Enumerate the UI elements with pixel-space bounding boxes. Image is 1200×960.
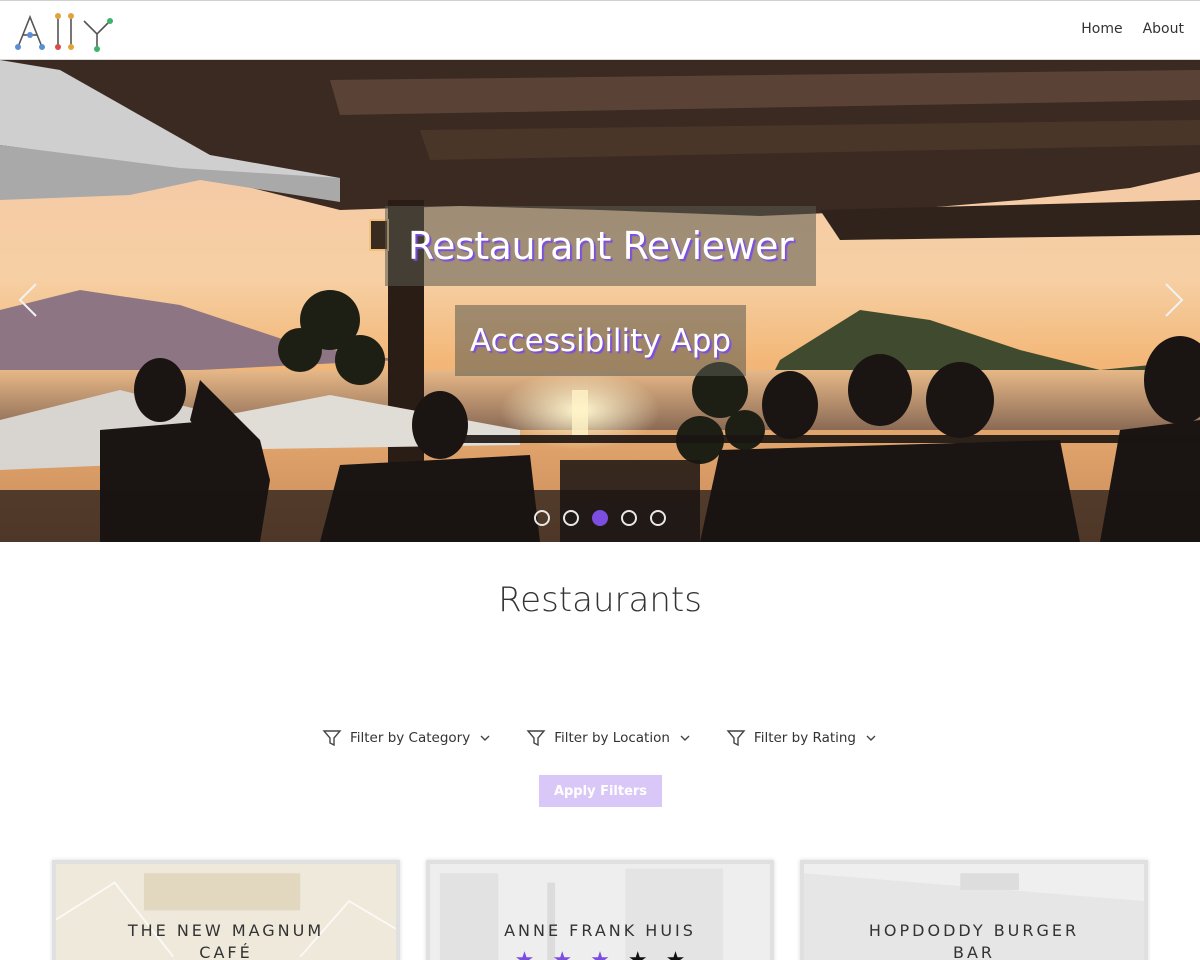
star-icon-empty: ★ (628, 948, 648, 960)
logo[interactable] (14, 9, 118, 55)
star-icon-filled: ★ (515, 948, 535, 960)
restaurant-name: ANNE FRANK HUIS (504, 921, 696, 940)
filter-rating-label: Filter by Rating (753, 730, 857, 746)
restaurant-name: HOPDODDY BURGER BAR (868, 921, 1080, 960)
filter-icon (322, 730, 342, 747)
site-header: Home About (0, 0, 1200, 60)
carousel-prev-arrow-icon[interactable] (14, 280, 44, 320)
hero-subtitle: Accessibility App (469, 322, 732, 359)
logo-icon (15, 13, 113, 52)
filter-location-dropdown[interactable]: Filter by Location (526, 728, 692, 748)
chevron-down-icon (480, 735, 490, 741)
filter-icon (526, 730, 546, 747)
carousel-next-arrow-icon[interactable] (1158, 280, 1188, 320)
carousel-dot[interactable] (650, 510, 666, 526)
filter-bar: Filter by Category Filter by Location Fi… (0, 728, 1200, 748)
star-icon-filled: ★ (590, 948, 610, 960)
hero-carousel: Restaurant Reviewer Accessibility App (0, 60, 1200, 542)
hero-image (0, 60, 1200, 542)
star-icon-empty: ★ (666, 948, 686, 960)
filter-category-dropdown[interactable]: Filter by Category (322, 728, 492, 748)
filter-category-label: Filter by Category (349, 730, 471, 746)
apply-filters-button[interactable]: Apply Filters (539, 775, 662, 807)
nav-about-link[interactable]: About (1143, 21, 1184, 37)
main-nav: Home About (1081, 21, 1184, 37)
restaurant-card[interactable]: HOPDODDY BURGER BAR (800, 860, 1148, 960)
filter-icon (726, 730, 746, 747)
restaurant-name: THE NEW MAGNUM CAFÉ (127, 921, 325, 960)
chevron-down-icon (680, 735, 690, 741)
restaurant-card[interactable]: ANNE FRANK HUIS ★ ★ ★ ★ ★ (426, 860, 774, 960)
rating-stars: ★ ★ ★ ★ ★ (430, 948, 770, 960)
hero-title: Restaurant Reviewer (407, 224, 794, 268)
carousel-dot[interactable] (534, 510, 550, 526)
carousel-indicators (534, 510, 666, 526)
filter-rating-dropdown[interactable]: Filter by Rating (726, 728, 878, 748)
carousel-dot[interactable] (563, 510, 579, 526)
filter-location-label: Filter by Location (554, 730, 670, 746)
carousel-dot[interactable] (621, 510, 637, 526)
nav-home-link[interactable]: Home (1081, 21, 1122, 37)
hero-title-box: Restaurant Reviewer (385, 206, 816, 286)
hero-subtitle-box: Accessibility App (455, 305, 746, 376)
star-icon-filled: ★ (552, 948, 572, 960)
page-title: Restaurants (498, 580, 702, 620)
chevron-down-icon (866, 735, 876, 741)
carousel-dot-active[interactable] (592, 510, 608, 526)
restaurant-image (430, 864, 770, 960)
restaurant-card[interactable]: THE NEW MAGNUM CAFÉ (52, 860, 400, 960)
